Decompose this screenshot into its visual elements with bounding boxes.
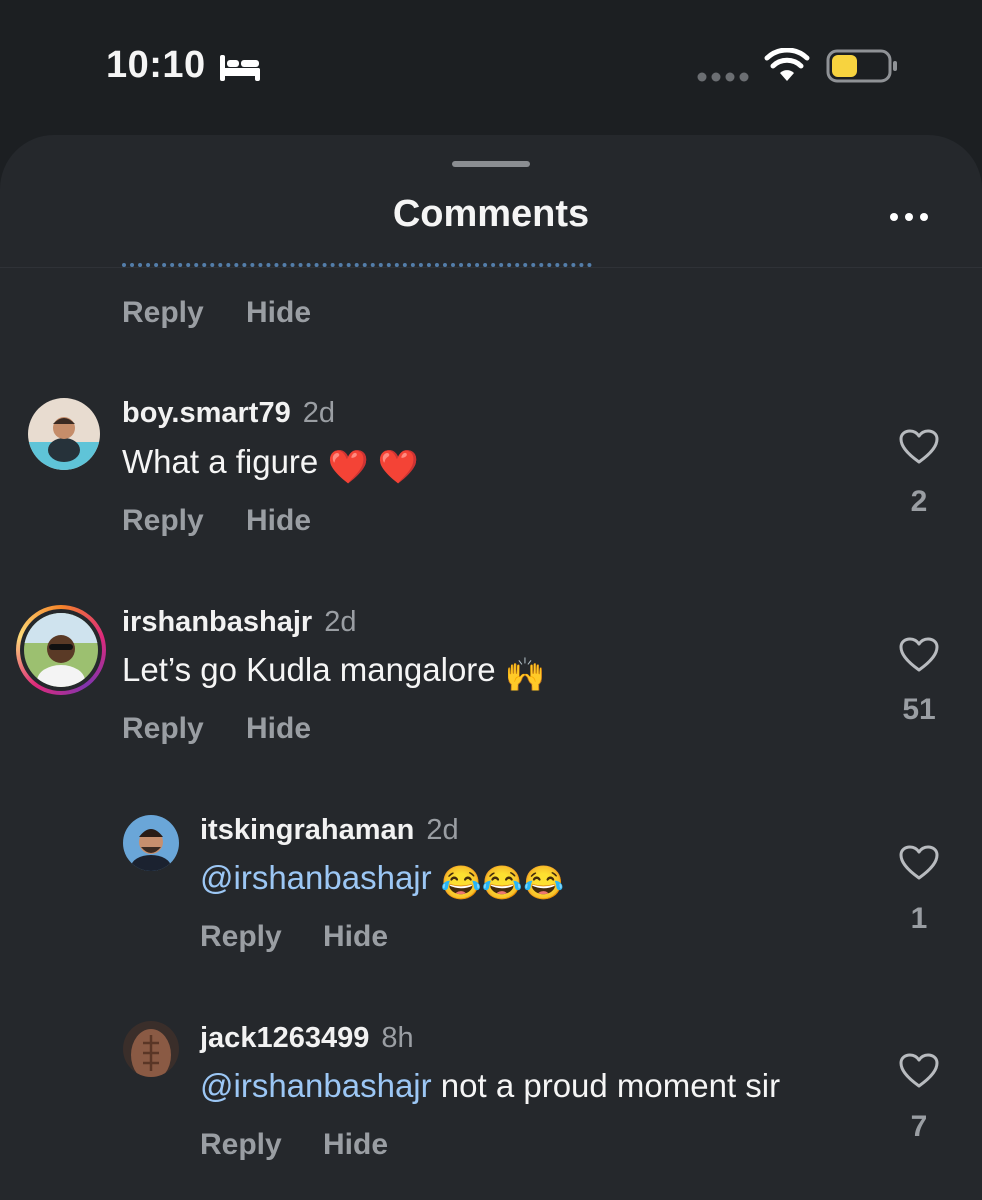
like-count: 1 (910, 902, 928, 935)
mention-link[interactable]: @irshanbashajr (200, 859, 432, 896)
reply-time: 2d (426, 814, 459, 846)
reply-time: 8h (381, 1022, 414, 1054)
heart-icon[interactable] (899, 429, 939, 465)
like-count: 51 (902, 693, 936, 726)
like-count: 2 (910, 485, 928, 518)
signal-dots-icon (697, 72, 749, 82)
reply-button[interactable]: Reply (200, 1128, 282, 1162)
hide-button[interactable]: Hide (323, 920, 388, 954)
laughing-emoji: 😂😂😂 (440, 864, 565, 901)
comment-text: Let’s go Kudla mangalore (122, 651, 496, 688)
reply-text: not a proud moment sir (440, 1067, 781, 1104)
wifi-icon (764, 48, 810, 81)
hide-button[interactable]: Hide (246, 296, 311, 330)
status-time: 10:10 (106, 44, 206, 86)
reply-username[interactable]: itskingrahaman (200, 814, 414, 846)
reply-button[interactable]: Reply (122, 504, 204, 538)
avatar[interactable] (28, 398, 100, 470)
mention-link[interactable]: @irshanbashajr (200, 1067, 432, 1104)
comment-username[interactable]: irshanbashajr (122, 606, 312, 638)
comment-text: What a figure (122, 443, 319, 480)
reply-button[interactable]: Reply (122, 296, 204, 330)
raised-hands-emoji: 🙌 (504, 656, 546, 693)
more-horizontal-icon[interactable] (888, 211, 930, 223)
comments-sheet: Comments Reply Hide boy.smart79 2d What … (0, 135, 982, 1200)
sheet-title: Comments (392, 193, 590, 235)
status-bar: 10:10 (0, 0, 982, 135)
like-count: 7 (910, 1110, 928, 1143)
avatar[interactable] (24, 613, 98, 687)
reply-button[interactable]: Reply (200, 920, 282, 954)
avatar[interactable] (123, 1021, 179, 1077)
reply-username[interactable]: jack1263499 (200, 1022, 369, 1054)
comment-time: 2d (302, 397, 336, 429)
hide-button[interactable]: Hide (323, 1128, 388, 1162)
comment-username[interactable]: boy.smart79 (122, 397, 291, 429)
bed-icon (220, 55, 260, 81)
avatar[interactable] (123, 815, 179, 871)
reply-button[interactable]: Reply (122, 712, 204, 746)
story-ring[interactable] (16, 605, 106, 695)
sheet-grabber[interactable] (452, 161, 530, 167)
heart-icon[interactable] (899, 1053, 939, 1089)
hide-button[interactable]: Hide (246, 504, 311, 538)
hide-button[interactable]: Hide (246, 712, 311, 746)
heart-emoji: ❤️ ❤️ (327, 448, 419, 485)
heart-icon[interactable] (899, 845, 939, 881)
comment-time: 2d (324, 606, 357, 638)
battery-icon (826, 49, 897, 83)
cutoff-comment-text (122, 251, 592, 269)
screen: 10:10 Comments Reply Hide boy.smart79 2d… (0, 0, 982, 1200)
heart-icon[interactable] (899, 637, 939, 673)
